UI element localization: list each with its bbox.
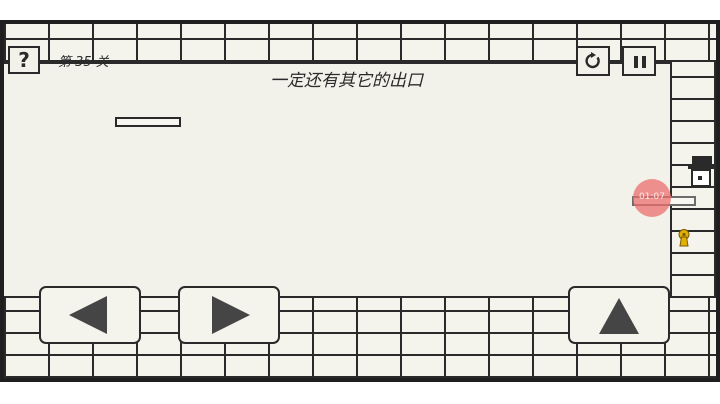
move-left-button[interactable]: [39, 286, 141, 344]
hint-text: 一定还有其它的出口: [270, 71, 423, 91]
floating-platform: [115, 117, 181, 127]
keyhole-icon: [678, 229, 690, 247]
help-button[interactable]: ?: [8, 46, 40, 74]
right-arrow-icon: [212, 296, 250, 334]
up-arrow-icon: [599, 298, 639, 334]
jump-button[interactable]: [568, 286, 670, 344]
level-label: 第 35 关: [58, 55, 109, 70]
player-character: [688, 156, 714, 190]
restart-icon: [585, 52, 600, 69]
left-arrow-icon: [69, 296, 107, 334]
pause-button[interactable]: [622, 46, 656, 76]
play-area: [4, 62, 670, 298]
touch-indicator-text: 01:07: [639, 192, 665, 202]
touch-indicator: 01:07: [633, 179, 671, 217]
question-mark-icon: ?: [18, 48, 30, 72]
move-right-button[interactable]: [178, 286, 280, 344]
restart-button[interactable]: [576, 46, 610, 76]
